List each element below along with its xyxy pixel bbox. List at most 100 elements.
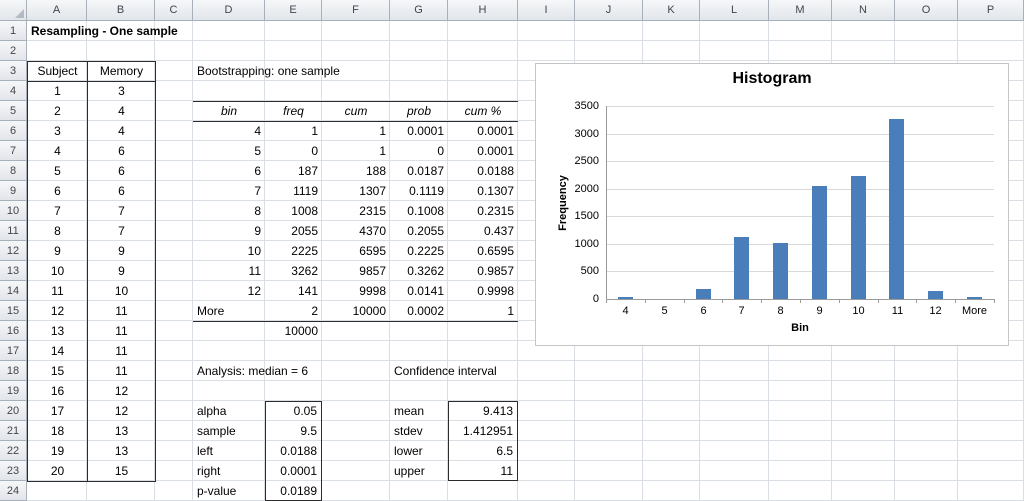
cumpct-cell[interactable]: 0.437 — [448, 222, 518, 242]
subject-cell[interactable]: 9 — [27, 241, 88, 262]
cumpct-cell[interactable]: 0.2315 — [448, 202, 518, 222]
confidence-value-cell[interactable]: 6.5 — [448, 441, 518, 461]
column-header-b[interactable]: B — [87, 0, 155, 21]
subject-cell[interactable]: 13 — [27, 321, 88, 342]
memory-cell[interactable]: 12 — [88, 382, 156, 402]
column-header-m[interactable]: M — [769, 0, 832, 21]
row-header-18[interactable]: 18 — [0, 361, 27, 381]
bin-cell[interactable]: 9 — [193, 222, 265, 242]
column-header-j[interactable]: J — [575, 0, 643, 21]
column-header-n[interactable]: N — [832, 0, 895, 21]
cum-cell[interactable]: 9857 — [322, 262, 390, 282]
memory-cell[interactable]: 6 — [88, 142, 156, 162]
subject-cell[interactable]: 18 — [27, 421, 88, 442]
column-header-d[interactable]: D — [193, 0, 265, 21]
cumpct-cell[interactable]: 1 — [448, 302, 518, 322]
cum-cell[interactable]: 188 — [322, 162, 390, 182]
row-header-24[interactable]: 24 — [0, 481, 27, 501]
row-header-23[interactable]: 23 — [0, 461, 27, 481]
row-header-2[interactable]: 2 — [0, 41, 27, 61]
subject-cell[interactable]: 16 — [27, 381, 88, 402]
select-all-corner[interactable] — [0, 0, 27, 21]
memory-cell[interactable]: 12 — [88, 402, 156, 422]
cumpct-cell[interactable]: 0.6595 — [448, 242, 518, 262]
bin-cell[interactable]: 12 — [193, 282, 265, 302]
cum-cell[interactable]: 6595 — [322, 242, 390, 262]
prob-cell[interactable]: 0.0187 — [390, 162, 448, 182]
empty-cell[interactable] — [390, 321, 448, 342]
cum-cell[interactable]: 2315 — [322, 202, 390, 222]
subject-cell[interactable]: 15 — [27, 361, 88, 382]
memory-cell[interactable]: 6 — [88, 182, 156, 202]
column-header-g[interactable]: G — [390, 0, 448, 21]
row-header-22[interactable]: 22 — [0, 441, 27, 461]
cumpct-header[interactable]: cum % — [448, 101, 518, 122]
confidence-value-cell[interactable]: 11 — [448, 461, 518, 481]
prob-cell[interactable]: 0.2225 — [390, 242, 448, 262]
cumpct-cell[interactable]: 0.9998 — [448, 282, 518, 302]
prob-cell[interactable]: 0.3262 — [390, 262, 448, 282]
subject-cell[interactable]: 10 — [27, 261, 88, 282]
row-header-5[interactable]: 5 — [0, 101, 27, 121]
row-header-15[interactable]: 15 — [0, 301, 27, 321]
cum-cell[interactable]: 4370 — [322, 222, 390, 242]
analysis-label-cell[interactable]: sample — [193, 421, 265, 441]
row-header-6[interactable]: 6 — [0, 121, 27, 141]
cumpct-cell[interactable]: 0.0188 — [448, 162, 518, 182]
bin-cell[interactable]: 7 — [193, 182, 265, 202]
row-header-8[interactable]: 8 — [0, 161, 27, 181]
cumpct-cell[interactable]: 0.0001 — [448, 122, 518, 142]
analysis-value-cell[interactable]: 0.05 — [265, 401, 322, 421]
analysis-value-cell[interactable]: 0.0188 — [265, 441, 322, 461]
memory-cell[interactable]: 3 — [88, 82, 156, 102]
confidence-label-cell[interactable]: mean — [390, 401, 448, 421]
subject-cell[interactable]: 3 — [27, 121, 88, 142]
chart-area[interactable]: Histogram Frequency Bin 0 500 1000 1500 2000… — [535, 63, 1009, 346]
cum-cell[interactable]: 1 — [322, 122, 390, 142]
memory-cell[interactable]: 11 — [88, 302, 156, 322]
confidence-label-cell[interactable]: stdev — [390, 421, 448, 441]
memory-cell[interactable]: 13 — [88, 422, 156, 442]
row-header-12[interactable]: 12 — [0, 241, 27, 261]
prob-cell[interactable]: 0.2055 — [390, 222, 448, 242]
confidence-value-cell[interactable]: 1.412951 — [448, 421, 518, 441]
prob-cell[interactable]: 0.0141 — [390, 282, 448, 302]
freq-cell[interactable]: 187 — [265, 162, 322, 182]
analysis-label-cell[interactable]: left — [193, 441, 265, 461]
row-header-21[interactable]: 21 — [0, 421, 27, 441]
memory-cell[interactable]: 13 — [88, 442, 156, 462]
bin-cell[interactable]: 8 — [193, 202, 265, 222]
row-header-16[interactable]: 16 — [0, 321, 27, 341]
freq-cell[interactable]: 1119 — [265, 182, 322, 202]
bin-header[interactable]: bin — [193, 101, 265, 122]
analysis-value-cell[interactable]: 0.0189 — [265, 481, 322, 501]
freq-cell[interactable]: 2055 — [265, 222, 322, 242]
column-header-p[interactable]: P — [958, 0, 1024, 21]
bin-cell[interactable]: More — [193, 302, 265, 322]
bootstrap-title[interactable]: Bootstrapping: one sample — [197, 61, 340, 81]
bin-cell[interactable]: 5 — [193, 142, 265, 162]
memory-cell[interactable]: 11 — [88, 322, 156, 342]
memory-cell[interactable]: 6 — [88, 162, 156, 182]
confidence-value-cell[interactable]: 9.413 — [448, 401, 518, 421]
freq-cell[interactable]: 2225 — [265, 242, 322, 262]
subject-cell[interactable]: 1 — [27, 81, 88, 102]
memory-cell[interactable]: 7 — [88, 222, 156, 242]
subject-cell[interactable]: 11 — [27, 281, 88, 302]
row-header-9[interactable]: 9 — [0, 181, 27, 201]
column-header-a[interactable]: A — [27, 0, 87, 21]
memory-cell[interactable]: 9 — [88, 262, 156, 282]
subject-cell[interactable]: 17 — [27, 401, 88, 422]
prob-cell[interactable]: 0.1119 — [390, 182, 448, 202]
prob-cell[interactable]: 0.1008 — [390, 202, 448, 222]
memory-cell[interactable]: 7 — [88, 202, 156, 222]
subject-cell[interactable]: 7 — [27, 201, 88, 222]
freq-header[interactable]: freq — [265, 101, 322, 122]
prob-cell[interactable]: 0.0001 — [390, 122, 448, 142]
memory-cell[interactable]: 10 — [88, 282, 156, 302]
column-header-h[interactable]: H — [448, 0, 518, 21]
cumpct-cell[interactable]: 0.0001 — [448, 142, 518, 162]
subject-cell[interactable]: 8 — [27, 221, 88, 242]
empty-cell[interactable] — [322, 321, 390, 342]
freq-cell[interactable]: 1 — [265, 122, 322, 142]
